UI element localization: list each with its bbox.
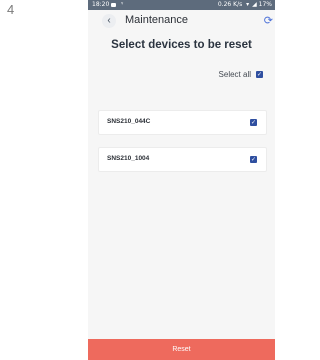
header-title: Maintenance [125,14,188,26]
device-name: SNS210_1004 [107,155,150,162]
device-name: SNS210_044C [107,118,151,125]
back-button[interactable]: ‹ [102,14,116,28]
network-speed: 0.26 K/s [217,1,243,8]
notification-icon [111,3,116,7]
status-misc-icon: ᵞ [121,1,124,8]
reset-button[interactable]: Reset [88,339,275,360]
status-bar: 18:20 ᵞ 0.26 K/s ▾ ◢ 17% [88,0,275,10]
step-number: 4 [7,2,15,17]
sync-icon[interactable]: ⟳ [264,14,273,27]
signal-icon: ◢ [252,1,257,8]
page-heading: Select devices to be reset [111,39,252,51]
phone-screen: 18:20 ᵞ 0.26 K/s ▾ ◢ 17% ‹ Maintenance ⟳… [88,0,275,360]
status-time: 18:20 [92,1,110,8]
device-checkbox[interactable]: ✓ [250,119,257,126]
app-header: ‹ Maintenance ⟳ [88,10,275,34]
status-right-group: 0.26 K/s ▾ ◢ 17% [218,0,272,10]
select-all-label: Select all [218,69,251,79]
device-row[interactable]: SNS210_044C ✓ [98,110,267,135]
wifi-icon: ▾ [246,1,250,8]
device-checkbox[interactable]: ✓ [250,156,257,163]
device-row[interactable]: SNS210_1004 ✓ [98,147,267,172]
battery-level: 17% [258,1,272,8]
select-all-row[interactable]: Select all ✓ [219,68,263,80]
select-all-checkbox[interactable]: ✓ [256,70,263,78]
